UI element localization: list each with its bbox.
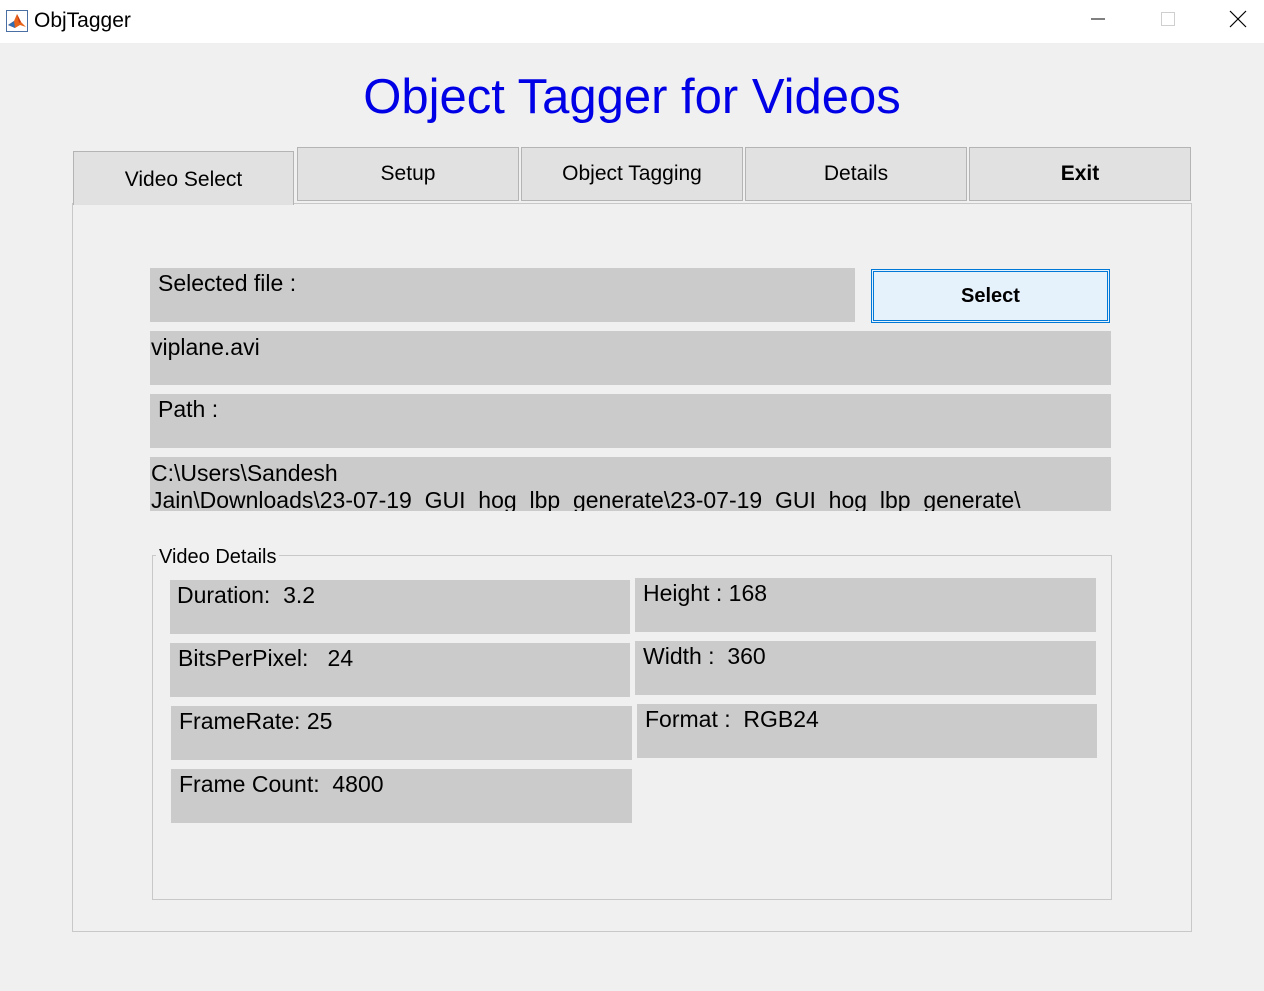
tab-exit[interactable]: Exit [969,147,1191,201]
tab-setup[interactable]: Setup [297,147,519,201]
format-field: Format : RGB24 [637,704,1097,758]
maximize-button[interactable] [1133,0,1203,43]
tab-label: Video Select [124,167,243,191]
matlab-icon [6,10,28,32]
tab-label: Exit [1060,162,1100,185]
select-button[interactable]: Select [871,269,1110,323]
tab-video-select[interactable]: Video Select [73,151,294,205]
maximize-icon [1160,11,1176,32]
select-button-label: Select [961,284,1020,307]
window-titlebar: ObjTagger [0,0,1264,43]
path-line-1: C:\Users\Sandesh [151,460,338,486]
tab-details[interactable]: Details [745,147,967,201]
tab-object-tagging[interactable]: Object Tagging [521,147,743,201]
path-line-2: Jain\Downloads\23-07-19_GUI_hog_lbp_gene… [151,487,1021,511]
frame-count-field: Frame Count: 4800 [171,769,632,823]
path-display: C:\Users\Sandesh Jain\Downloads\23-07-19… [150,457,1111,511]
bits-per-pixel-field: BitsPerPixel: 24 [170,643,630,697]
height-field: Height : 168 [635,578,1096,632]
video-details-title: Video Details [156,546,280,569]
duration-field: Duration: 3.2 [170,580,630,634]
window-title: ObjTagger [34,9,131,32]
close-button[interactable] [1203,0,1264,43]
tab-label: Object Tagging [562,162,702,185]
tab-label: Setup [380,162,436,185]
minimize-button[interactable] [1063,0,1133,43]
minimize-icon [1090,11,1106,32]
app-heading: Object Tagger for Videos [363,70,901,124]
close-icon [1229,10,1247,33]
file-name-display: viplane.avi [150,331,1111,385]
width-field: Width : 360 [635,641,1096,695]
path-label: Path : [150,394,1111,448]
frame-rate-field: FrameRate: 25 [171,706,632,760]
tab-label: Details [823,162,889,185]
selected-file-label: Selected file : [150,268,855,322]
